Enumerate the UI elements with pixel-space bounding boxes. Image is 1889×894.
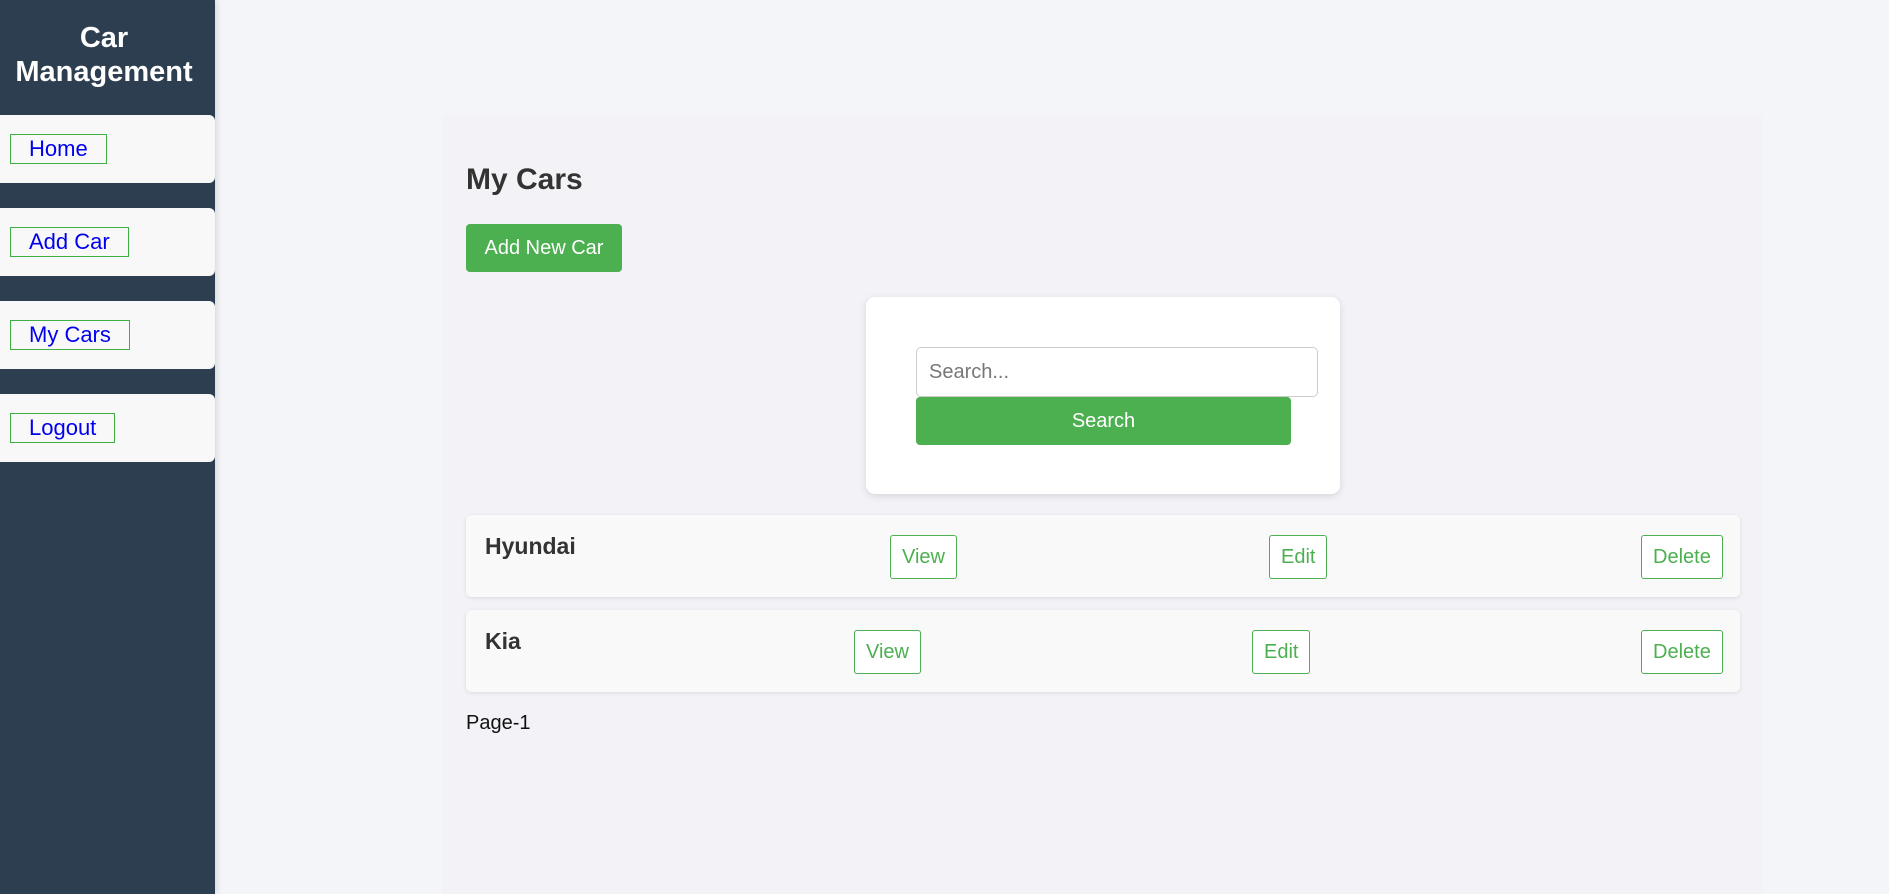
view-button[interactable]: View — [854, 630, 921, 674]
sidebar: Car Management Home Add Car My Cars Logo… — [0, 0, 215, 894]
search-input[interactable] — [916, 347, 1318, 397]
sidebar-item-logout-card: Logout — [0, 394, 215, 462]
search-button[interactable]: Search — [916, 397, 1291, 445]
sidebar-item-home-card: Home — [0, 115, 215, 183]
page-title: My Cars — [466, 163, 583, 196]
sidebar-item-home[interactable]: Home — [10, 134, 107, 164]
sidebar-title: Car Management — [15, 22, 193, 88]
car-row-kia: Kia View Edit Delete — [466, 610, 1740, 692]
pagination-label: Page-1 — [466, 712, 531, 734]
car-row-hyundai: Hyundai View Edit Delete — [466, 515, 1740, 597]
delete-button[interactable]: Delete — [1641, 630, 1723, 674]
car-name: Hyundai — [485, 533, 576, 559]
sidebar-item-add-car-card: Add Car — [0, 208, 215, 276]
sidebar-item-my-cars-card: My Cars — [0, 301, 215, 369]
main-panel: My Cars Add New Car Search Hyundai View … — [442, 115, 1763, 894]
edit-button[interactable]: Edit — [1252, 630, 1311, 674]
car-name: Kia — [485, 628, 521, 654]
add-new-car-button[interactable]: Add New Car — [466, 224, 622, 272]
sidebar-item-my-cars[interactable]: My Cars — [10, 320, 130, 350]
search-card: Search — [866, 297, 1340, 494]
edit-button[interactable]: Edit — [1269, 535, 1328, 579]
view-button[interactable]: View — [890, 535, 957, 579]
sidebar-item-logout[interactable]: Logout — [10, 413, 116, 443]
delete-button[interactable]: Delete — [1641, 535, 1723, 579]
sidebar-item-add-car[interactable]: Add Car — [10, 227, 129, 257]
